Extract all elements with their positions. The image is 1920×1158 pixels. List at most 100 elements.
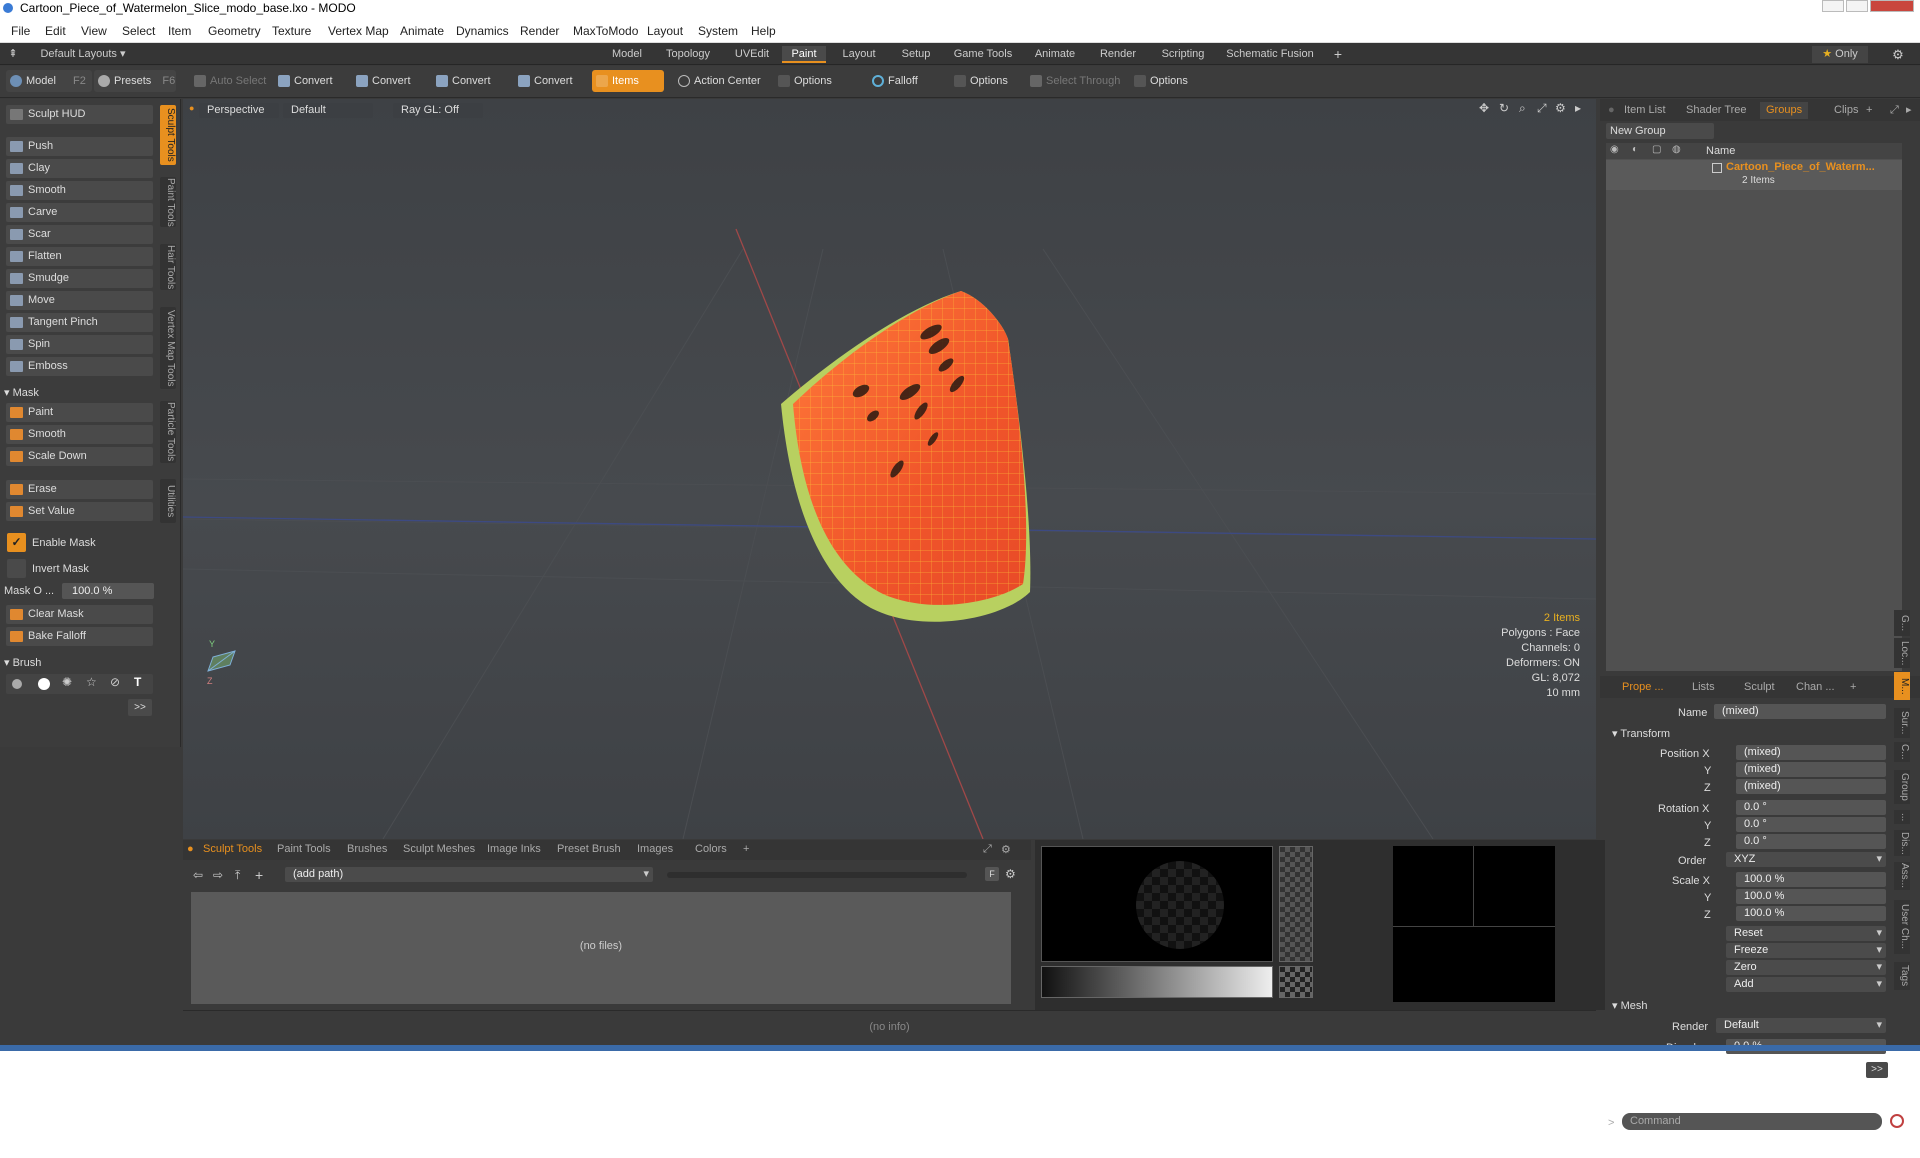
scale-y-field[interactable]: 100.0 % <box>1736 889 1886 904</box>
vtab-group[interactable]: Group <box>1894 770 1910 804</box>
bottom-expand-icon[interactable]: ⤢ <box>983 843 992 856</box>
default-layouts-dropdown[interactable]: Default Layouts ▾ <box>28 46 138 63</box>
splatter-brush-icon[interactable]: ✺ <box>62 675 72 689</box>
tab-render[interactable]: Render <box>1090 46 1146 63</box>
transform-section-header[interactable]: ▾ Transform <box>1612 727 1670 740</box>
add-bottom-tab-button[interactable]: + <box>743 843 749 855</box>
add-dropdown[interactable]: Add <box>1726 977 1886 992</box>
tool-spin[interactable]: Spin <box>6 335 153 354</box>
file-browser-area[interactable]: (no files) <box>191 892 1011 1004</box>
vtab-display[interactable]: Dis... <box>1894 830 1910 856</box>
set-value-button[interactable]: Set Value <box>6 502 153 521</box>
tool-emboss[interactable]: Emboss <box>6 357 153 376</box>
tab-sculpt-meshes[interactable]: Sculpt Meshes <box>403 843 475 855</box>
bake-falloff-button[interactable]: Bake Falloff <box>6 627 153 646</box>
tool-carve[interactable]: Carve <box>6 203 153 222</box>
mesh-section-header[interactable]: ▾ Mesh <box>1612 999 1647 1012</box>
scale-x-field[interactable]: 100.0 % <box>1736 872 1886 887</box>
tab-preset-brush[interactable]: Preset Brush <box>557 843 621 855</box>
hard-brush-icon[interactable] <box>38 678 50 690</box>
action-center-button[interactable]: Action Center <box>674 70 766 92</box>
action-center-options-button[interactable]: Options <box>774 70 848 92</box>
tab-clips[interactable]: Clips <box>1834 102 1858 119</box>
vtab-general[interactable]: G... <box>1894 610 1910 636</box>
panel-arrow-icon[interactable]: ▸ <box>1906 102 1912 119</box>
zoom-icon[interactable]: ⌕ <box>1519 101 1526 116</box>
fit-icon[interactable]: ⤢ <box>1537 101 1547 116</box>
lock-column-icon[interactable]: ▢ <box>1652 144 1661 155</box>
rotation-z-field[interactable]: 0.0 ° <box>1736 834 1886 849</box>
shading-dropdown[interactable]: Default <box>283 103 373 118</box>
vtab-utilities[interactable]: Utilities <box>160 479 176 523</box>
position-z-field[interactable]: (mixed) <box>1736 779 1886 794</box>
vtab-vertex-map-tools[interactable]: Vertex Map Tools <box>160 307 176 389</box>
panel-expand-icon[interactable]: ⤢ <box>1890 102 1899 119</box>
record-icon[interactable] <box>1890 1114 1904 1128</box>
up-folder-icon[interactable]: ⤒ <box>235 868 240 883</box>
zero-dropdown[interactable]: Zero <box>1726 960 1886 975</box>
tool-push[interactable]: Push <box>6 137 153 156</box>
brush-expand-button[interactable]: >> <box>128 699 152 716</box>
mask-smooth-button[interactable]: Smooth <box>6 425 153 444</box>
position-y-field[interactable]: (mixed) <box>1736 762 1886 777</box>
tool-tangent-pinch[interactable]: Tangent Pinch <box>6 313 153 332</box>
raygl-dropdown[interactable]: Ray GL: Off <box>393 103 483 118</box>
tab-topology[interactable]: Topology <box>660 46 716 63</box>
menu-view[interactable]: View <box>81 24 107 38</box>
tab-item-list[interactable]: Item List <box>1624 102 1666 119</box>
tab-groups[interactable]: Groups <box>1760 102 1809 119</box>
render-column-icon[interactable]: ◐ <box>1632 144 1638 155</box>
vtab-particle-tools[interactable]: Particle Tools <box>160 401 176 463</box>
menu-system[interactable]: System <box>698 24 738 38</box>
mask-opacity-field[interactable]: 100.0 % <box>62 583 154 599</box>
tab-paint[interactable]: Paint <box>782 46 826 63</box>
tool-clay[interactable]: Clay <box>6 159 153 178</box>
menu-maxtomodo[interactable]: MaxToModo <box>573 24 638 38</box>
tab-scripting[interactable]: Scripting <box>1156 46 1210 63</box>
menu-select[interactable]: Select <box>122 24 155 38</box>
value-gradient-strip[interactable] <box>1041 966 1273 998</box>
falloff-button[interactable]: Falloff <box>868 70 946 92</box>
properties-expand-button[interactable]: >> <box>1866 1062 1888 1078</box>
vtab-more[interactable]: ... <box>1894 810 1910 824</box>
swatch-preview[interactable] <box>1279 966 1313 998</box>
tool-smudge[interactable]: Smudge <box>6 269 153 288</box>
tab-lists[interactable]: Lists <box>1692 679 1715 696</box>
auto-select-button[interactable]: Auto Select <box>190 70 268 92</box>
tab-image-inks[interactable]: Image Inks <box>487 843 541 855</box>
tool-smooth[interactable]: Smooth <box>6 181 153 200</box>
convert-vertices-button[interactable]: Convert <box>274 70 346 92</box>
vtab-surface[interactable]: Sur... <box>1894 708 1910 738</box>
render-dropdown[interactable]: Default <box>1716 1018 1886 1033</box>
menu-render[interactable]: Render <box>520 24 559 38</box>
minimize-button[interactable] <box>1822 0 1844 12</box>
convert-materials-button[interactable]: Convert <box>514 70 586 92</box>
gear-icon[interactable]: ⚙ <box>1888 46 1908 63</box>
model-mode-button[interactable]: Model F2 <box>6 70 92 92</box>
vtab-hair-tools[interactable]: Hair Tools <box>160 244 176 290</box>
menu-animate[interactable]: Animate <box>400 24 444 38</box>
tab-uvedit[interactable]: UVEdit <box>728 46 776 63</box>
falloff-options-button[interactable]: Options <box>950 70 1024 92</box>
vtab-tags[interactable]: Tags <box>1894 962 1910 990</box>
sculpt-hud-button[interactable]: Sculpt HUD <box>6 105 153 124</box>
name-field[interactable]: (mixed) <box>1714 704 1886 719</box>
convert-edges-button[interactable]: Convert <box>352 70 424 92</box>
mask-paint-button[interactable]: Paint <box>6 403 153 422</box>
scale-z-field[interactable]: 100.0 % <box>1736 906 1886 921</box>
custom-brush-icon[interactable]: ⊘ <box>110 675 120 689</box>
select-through-button[interactable]: Select Through <box>1026 70 1126 92</box>
soft-brush-icon[interactable] <box>12 679 22 689</box>
maximize-button[interactable] <box>1846 0 1868 12</box>
bottom-gear-icon[interactable]: ⚙ <box>1001 843 1011 856</box>
3d-viewport[interactable]: Y Z 2 Items Polygons : Face Channels: 0 … <box>183 99 1596 839</box>
tool-flatten[interactable]: Flatten <box>6 247 153 266</box>
viewport-expand-icon[interactable]: ▸ <box>1575 101 1581 115</box>
tab-layout[interactable]: Layout <box>834 46 884 63</box>
perspective-dropdown[interactable]: Perspective <box>199 103 279 118</box>
enable-mask-checkbox[interactable]: ✓ <box>7 533 26 552</box>
layout-collapse-icon[interactable]: ⇞ <box>8 46 18 63</box>
forward-arrow-icon[interactable]: ⇨ <box>213 868 223 882</box>
visibility-column-icon[interactable]: ◉ <box>1610 144 1619 155</box>
select-column-icon[interactable]: ◍ <box>1672 144 1681 155</box>
